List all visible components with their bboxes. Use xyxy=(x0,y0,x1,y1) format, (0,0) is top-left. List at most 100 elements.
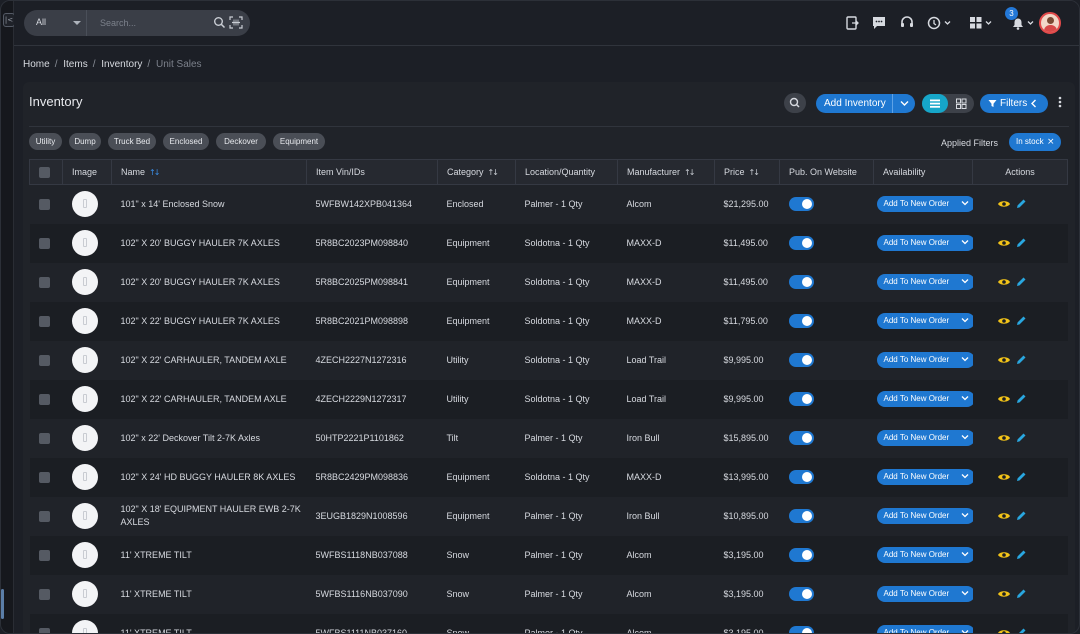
column-name[interactable]: Name ↑↓ xyxy=(111,159,307,185)
row-checkbox[interactable] xyxy=(38,549,50,561)
add-to-order-button[interactable]: Add To New Order xyxy=(876,625,973,633)
pencil-icon[interactable] xyxy=(1015,198,1027,210)
add-to-order-button[interactable]: Add To New Order xyxy=(876,469,973,485)
eye-icon[interactable] xyxy=(997,589,1011,599)
row-checkbox[interactable] xyxy=(38,510,50,522)
table-row[interactable]: 102" X 20' BUGGY HAULER 7K AXLES 5R8BC202… xyxy=(29,223,1068,263)
eye-icon[interactable] xyxy=(997,628,1011,634)
add-to-order-button[interactable]: Add To New Order xyxy=(876,352,973,368)
add-to-order-button[interactable]: Add To New Order xyxy=(876,547,973,563)
chip-deckover[interactable]: Deckover xyxy=(216,133,266,150)
trailer-thumbnail[interactable] xyxy=(71,503,98,529)
row-checkbox[interactable] xyxy=(38,471,50,483)
chip-equipment[interactable]: Equipment xyxy=(273,133,325,150)
column-category[interactable]: Category ↑↓ xyxy=(437,159,516,185)
table-row[interactable]: 11' XTREME TILT 5WFBS1118NB037088 Snow Palm… xyxy=(29,535,1068,575)
trailer-thumbnail[interactable] xyxy=(71,269,98,295)
item-name[interactable]: 102" X 22' BUGGY HAULER 7K AXLES xyxy=(111,301,307,341)
table-row[interactable]: 102" X 22' BUGGY HAULER 7K AXLES 5R8BC202… xyxy=(29,301,1068,341)
scrollbar[interactable] xyxy=(1,589,4,619)
pencil-icon[interactable] xyxy=(1015,588,1027,600)
filters-button[interactable]: Filters xyxy=(980,94,1048,113)
add-to-order-button[interactable]: Add To New Order xyxy=(876,430,973,446)
trailer-thumbnail[interactable] xyxy=(71,386,98,412)
publish-toggle[interactable] xyxy=(788,236,814,250)
export-icon[interactable] xyxy=(843,14,861,32)
breadcrumb-inventory[interactable]: Inventory xyxy=(101,59,142,70)
eye-icon[interactable] xyxy=(997,238,1011,248)
eye-icon[interactable] xyxy=(997,355,1011,365)
publish-toggle[interactable] xyxy=(788,431,814,445)
chat-icon[interactable] xyxy=(870,14,888,32)
row-checkbox[interactable] xyxy=(38,588,50,600)
trailer-thumbnail[interactable] xyxy=(71,308,98,334)
trailer-thumbnail[interactable] xyxy=(71,620,98,633)
sort-icon[interactable]: ↑↓ xyxy=(684,168,695,177)
publish-toggle[interactable] xyxy=(788,587,814,601)
row-checkbox[interactable] xyxy=(38,432,50,444)
item-name[interactable]: 11' XTREME TILT xyxy=(111,613,307,633)
search-scope-select[interactable]: All xyxy=(24,10,87,36)
publish-toggle[interactable] xyxy=(788,548,814,562)
pencil-icon[interactable] xyxy=(1015,237,1027,249)
column-price[interactable]: Price ↑↓ xyxy=(714,159,780,185)
add-to-order-button[interactable]: Add To New Order xyxy=(876,235,973,251)
sort-active-icon[interactable]: ↑↓ xyxy=(149,168,160,177)
apps-grid-icon[interactable] xyxy=(967,14,995,32)
trailer-thumbnail[interactable] xyxy=(71,425,98,451)
sort-icon[interactable]: ↑↓ xyxy=(488,168,499,177)
eye-icon[interactable] xyxy=(997,511,1011,521)
column-manufacturer[interactable]: Manufacturer ↑↓ xyxy=(617,159,715,185)
table-row[interactable]: 102" X 18' EQUIPMENT HAULER EWB 2-7K AXL… xyxy=(30,497,1068,536)
eye-icon[interactable] xyxy=(997,433,1011,443)
search-icon[interactable] xyxy=(213,16,226,29)
applied-filter-chip[interactable]: In stock × xyxy=(1009,133,1061,151)
item-name[interactable]: 102" X 18' EQUIPMENT HAULER EWB 2-7K AXL… xyxy=(112,497,307,536)
add-to-order-button[interactable]: Add To New Order xyxy=(876,586,973,602)
publish-toggle[interactable] xyxy=(788,314,814,328)
row-checkbox[interactable] xyxy=(38,237,50,249)
pencil-icon[interactable] xyxy=(1015,510,1027,522)
select-all-checkbox[interactable] xyxy=(39,166,50,178)
item-name[interactable]: 101" x 14' Enclosed Snow xyxy=(112,185,307,224)
eye-icon[interactable] xyxy=(997,394,1011,404)
publish-toggle[interactable] xyxy=(788,392,814,406)
chevron-down-icon[interactable] xyxy=(900,100,909,107)
more-vertical-icon[interactable] xyxy=(1057,95,1063,109)
trailer-thumbnail[interactable] xyxy=(71,230,98,256)
table-row[interactable]: 102" X 22' CARHAULER, TANDEM AXLE 4ZECH22… xyxy=(30,341,1068,380)
pencil-icon[interactable] xyxy=(1015,315,1027,327)
publish-toggle[interactable] xyxy=(788,275,814,289)
chip-truck-bed[interactable]: Truck Bed xyxy=(108,133,156,150)
row-checkbox[interactable] xyxy=(38,627,50,633)
chip-utility[interactable]: Utility xyxy=(29,133,62,150)
table-row[interactable]: 102" X 22' CARHAULER, TANDEM AXLE 4ZECH22… xyxy=(29,379,1068,419)
row-checkbox[interactable] xyxy=(38,354,50,366)
trailer-thumbnail[interactable] xyxy=(71,464,98,490)
publish-toggle[interactable] xyxy=(788,353,814,367)
row-checkbox[interactable] xyxy=(38,393,50,405)
chip-dump[interactable]: Dump xyxy=(69,133,101,150)
pencil-icon[interactable] xyxy=(1015,549,1027,561)
row-checkbox[interactable] xyxy=(38,276,50,288)
publish-toggle[interactable] xyxy=(788,470,814,484)
eye-icon[interactable] xyxy=(997,199,1011,209)
list-view-button[interactable] xyxy=(922,94,948,113)
eye-icon[interactable] xyxy=(997,472,1011,482)
item-name[interactable]: 102" X 20' BUGGY HAULER 7K AXLES xyxy=(112,263,307,302)
user-avatar[interactable] xyxy=(1039,12,1061,34)
add-inventory-button[interactable]: Add Inventory xyxy=(816,94,915,113)
table-row[interactable]: 101" x 14' Enclosed Snow 5WFBW142XPB04136… xyxy=(30,185,1068,224)
table-search-button[interactable] xyxy=(784,93,806,113)
grid-view-icon[interactable] xyxy=(948,94,974,113)
search-input[interactable] xyxy=(100,16,200,30)
trailer-thumbnail[interactable] xyxy=(71,347,98,373)
barcode-scan-icon[interactable] xyxy=(229,16,243,29)
item-name[interactable]: 102" X 24' HD BUGGY HAULER 8K AXLES xyxy=(111,457,307,497)
item-name[interactable]: 102" X 22' CARHAULER, TANDEM AXLE xyxy=(111,379,307,419)
pencil-icon[interactable] xyxy=(1015,393,1027,405)
publish-toggle[interactable] xyxy=(788,509,814,523)
eye-icon[interactable] xyxy=(997,550,1011,560)
item-name[interactable]: 11' XTREME TILT xyxy=(111,535,307,575)
trailer-thumbnail[interactable] xyxy=(71,542,98,568)
